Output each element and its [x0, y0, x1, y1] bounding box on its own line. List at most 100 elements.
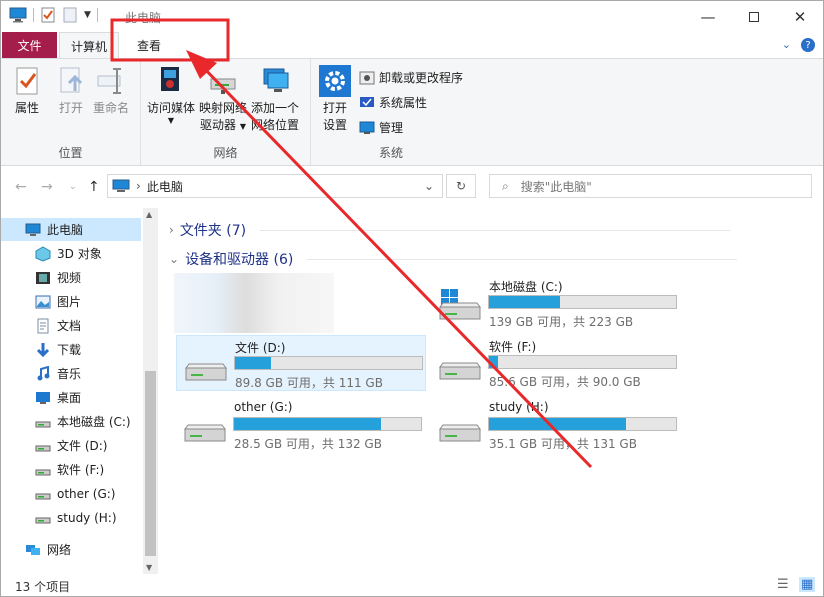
music-icon [37, 365, 50, 380]
drive-usage-fill [489, 296, 560, 308]
open-icon [60, 67, 83, 93]
ribbon: 属性 打开 重命名 位置 访问媒体 ▼ 映射网络 驱动器 ▼ 添加一个 网络位置… [1, 58, 823, 166]
help-icon[interactable]: ? [801, 38, 815, 52]
drive-tile[interactable]: 文件 (D:) 89.8 GB 可用，共 111 GB [176, 335, 426, 391]
drive-icon [185, 363, 227, 381]
search-placeholder: 搜索"此电脑" [520, 179, 592, 194]
folders-section-header[interactable]: › 文件夹 (7) [169, 220, 731, 240]
nav-item-label: 本地磁盘 (C:) [57, 415, 131, 429]
media-icon [161, 67, 179, 91]
back-arrow-icon[interactable]: ← [15, 179, 27, 195]
ribbon-group-system: 打开 设置 卸载或更改程序 系统属性 管理 系统 [311, 59, 471, 165]
nav-item[interactable]: 本地磁盘 (C:) [1, 410, 141, 433]
computer-icon[interactable] [9, 7, 27, 23]
system-properties-button[interactable]: 系统属性 [359, 94, 427, 111]
refresh-button[interactable]: ↻ [446, 174, 476, 198]
drive-tile[interactable]: 本地磁盘 (C:) 139 GB 可用，共 223 GB [431, 275, 681, 331]
open-settings-button[interactable]: 打开 设置 [319, 65, 351, 134]
nav-scrollbar[interactable]: ▲ ▼ [143, 208, 158, 574]
refresh-icon: ↻ [455, 179, 467, 193]
address-bar[interactable]: › 此电脑 ⌄ [107, 174, 443, 198]
blurred-item [174, 273, 334, 333]
nav-item[interactable]: study (H:) [1, 506, 141, 529]
map-network-drive-button[interactable]: 映射网络 驱动器 ▼ [199, 65, 247, 135]
drive-icon [35, 445, 51, 451]
drive-tile[interactable]: 软件 (F:) 85.6 GB 可用，共 90.0 GB [431, 335, 681, 391]
large-icons-view-icon[interactable]: ▦ [799, 577, 816, 592]
nav-item[interactable]: 软件 (F:) [1, 458, 141, 481]
ribbon-options: ⌄ ? [782, 38, 815, 52]
nav-item[interactable]: 文档 [1, 314, 141, 337]
properties-button[interactable]: 属性 [11, 65, 43, 117]
properties-icon [16, 67, 38, 95]
open-button[interactable]: 打开 [55, 65, 87, 117]
nav-item[interactable]: 图片 [1, 290, 141, 313]
drive-free-space: 35.1 GB 可用，共 131 GB [489, 437, 637, 451]
uninstall-programs-button[interactable]: 卸载或更改程序 [359, 69, 463, 86]
nav-item[interactable]: 网络 [1, 538, 141, 561]
toolbar-separator [33, 8, 34, 22]
nav-scrollbar-thumb[interactable] [145, 371, 156, 556]
map-network-drive-label-2: 驱动器 ▼ [200, 118, 246, 132]
drive-tile[interactable]: other (G:) 28.5 GB 可用，共 132 GB [176, 397, 426, 453]
scroll-down-icon[interactable]: ▼ [146, 563, 152, 572]
video-icon [36, 271, 50, 284]
nav-item[interactable]: 视频 [1, 266, 141, 289]
access-media-label: 访问媒体 [147, 101, 196, 115]
content-pane: › 文件夹 (7) ⌄ 设备和驱动器 (6) 本地磁盘 (C:) 139 GB 可… [161, 208, 823, 574]
drive-icon [35, 517, 51, 523]
network-icon [26, 544, 40, 555]
rename-button[interactable]: 重命名 [93, 65, 129, 117]
maximize-button[interactable] [731, 1, 777, 32]
nav-item[interactable]: 下载 [1, 338, 141, 361]
scroll-up-icon[interactable]: ▲ [146, 210, 152, 219]
devices-section-header[interactable]: ⌄ 设备和驱动器 (6) [169, 249, 738, 269]
title-bar: ▼ 此电脑 — ✕ [1, 1, 823, 32]
group-label-location: 位置 [58, 146, 83, 160]
add-network-location-button[interactable]: 添加一个 网络位置 [251, 65, 299, 134]
address-path: 此电脑 [146, 179, 183, 194]
new-folder-icon[interactable] [62, 7, 78, 23]
nav-item-label: 桌面 [57, 391, 82, 405]
folders-header-label: 文件夹 (7) [179, 223, 247, 239]
nav-item[interactable]: 音乐 [1, 362, 141, 385]
forward-arrow-icon[interactable]: → [41, 179, 53, 195]
ribbon-tabs: 文件 计算机 查看 ⌄ ? [1, 32, 823, 59]
manage-button[interactable]: 管理 [359, 119, 403, 136]
picture-icon [35, 295, 51, 308]
cube-icon [35, 245, 51, 262]
search-input[interactable]: ⌕ 搜索"此电脑" [489, 174, 812, 198]
nav-item[interactable]: 3D 对象 [1, 242, 141, 265]
rename-icon [97, 68, 121, 94]
access-media-button[interactable]: 访问媒体 ▼ [147, 65, 195, 125]
nav-item[interactable]: 文件 (D:) [1, 434, 141, 457]
address-dropdown-icon[interactable]: ⌄ [424, 179, 434, 193]
tab-view[interactable]: 查看 [121, 32, 177, 58]
nav-item[interactable]: 桌面 [1, 386, 141, 409]
nav-item[interactable]: 此电脑 [1, 218, 141, 241]
add-network-location-label-2: 网络位置 [251, 118, 300, 132]
download-icon [36, 342, 50, 357]
drive-free-space: 139 GB 可用，共 223 GB [489, 315, 634, 329]
nav-item-label: 视频 [57, 271, 82, 285]
tab-file[interactable]: 文件 [2, 32, 57, 58]
customize-toolbar-dropdown-icon[interactable]: ▼ [84, 10, 91, 20]
system-properties-label: 系统属性 [379, 96, 428, 110]
properties-check-icon[interactable] [40, 7, 56, 23]
up-arrow-icon[interactable]: ↑ [88, 179, 100, 195]
drive-usage-bar [233, 417, 422, 431]
drive-icon [35, 469, 51, 475]
details-view-icon[interactable]: ☰ [777, 577, 789, 592]
drive-icon [35, 421, 51, 427]
recent-locations-chevron-icon[interactable]: ⌄ [69, 182, 77, 192]
tab-computer[interactable]: 计算机 [59, 32, 119, 59]
nav-item-label: other (G:) [57, 486, 116, 501]
minimize-button[interactable]: — [685, 1, 731, 32]
nav-item[interactable]: other (G:) [1, 482, 141, 505]
chevron-down-icon[interactable]: ⌄ [782, 38, 791, 52]
nav-item-label: 网络 [47, 543, 72, 557]
close-button[interactable]: ✕ [777, 1, 823, 32]
drive-tile[interactable]: study (H:) 35.1 GB 可用，共 131 GB [431, 397, 681, 453]
manage-label: 管理 [379, 121, 404, 135]
drive-name: other (G:) [234, 400, 293, 414]
